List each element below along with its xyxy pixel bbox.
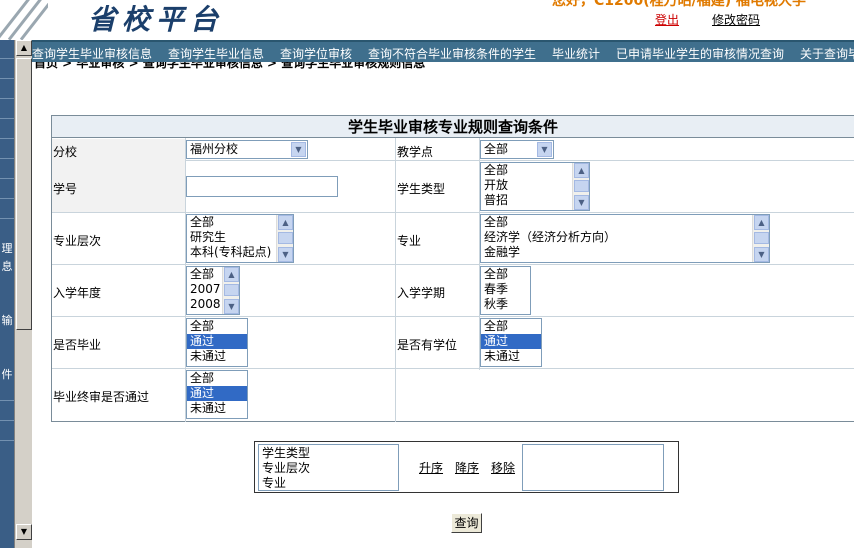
listbox-scrollbar[interactable]: ▲ ▼	[276, 215, 293, 262]
chevron-down-icon[interactable]: ▼	[537, 142, 552, 157]
sidebar-scrollbar[interactable]: ▲ ▼	[14, 40, 32, 548]
brand-title: 省校平台	[88, 3, 225, 36]
sort-asc-link[interactable]: 升序	[419, 459, 443, 476]
sidebar-menu-strip: 理 息 输 件	[0, 40, 14, 548]
chevron-down-icon[interactable]: ▼	[278, 247, 293, 262]
logout-link[interactable]: 登出	[655, 11, 679, 28]
teaching-point-select[interactable]: 全部 ▼	[480, 140, 554, 159]
nav-item-graduation-review[interactable]: 查询学生毕业审核信息	[32, 45, 152, 62]
scroll-up-arrow-icon[interactable]: ▲	[16, 40, 32, 56]
list-option[interactable]: 专业	[259, 475, 398, 490]
list-option[interactable]: 经济学（经济分析方向）	[481, 230, 769, 245]
breadcrumb: 首页 > 毕业审核 > 查询学生毕业审核信息 > 查询学生毕业审核规则信息	[32, 62, 854, 70]
list-option[interactable]: 秋季	[481, 297, 530, 312]
sort-fields-listbox[interactable]: 学生类型 专业层次 专业	[258, 444, 399, 491]
listbox-scrollbar[interactable]: ▲ ▼	[572, 163, 589, 210]
student-no-input[interactable]	[186, 176, 338, 197]
selected-sort-listbox[interactable]	[522, 444, 664, 491]
branch-select-value: 福州分校	[190, 142, 239, 156]
list-option[interactable]: 学生类型	[259, 445, 398, 460]
nav-item-about-query[interactable]: 关于查询毕	[800, 45, 854, 62]
welcome-text: 您好，C1200(程万昭/福建) 福电视大学	[552, 0, 807, 9]
sort-panel: 学生类型 专业层次 专业 升序 降序 移除	[254, 441, 679, 493]
sort-remove-link[interactable]: 移除	[491, 459, 515, 476]
teaching-point-select-value: 全部	[484, 142, 509, 156]
level-listbox[interactable]: 全部 研究生 本科(专科起点) ▲ ▼	[186, 214, 294, 263]
sidebar-glyph-3[interactable]: 输	[0, 312, 14, 328]
list-option[interactable]: 未通过	[187, 349, 247, 364]
breadcrumb-text: 首页 > 毕业审核 > 查询学生毕业审核信息 > 查询学生毕业审核规则信息	[34, 62, 426, 70]
nav-item-applied-review-status[interactable]: 已申请毕业学生的审核情况查询	[616, 45, 784, 62]
change-password-link[interactable]: 修改密码	[712, 11, 760, 28]
scrollbar-thumb[interactable]	[224, 284, 239, 296]
enroll-year-listbox[interactable]: 全部 2007 2008 ▲ ▼	[186, 266, 240, 315]
enroll-term-label: 入学学期	[397, 286, 446, 300]
branch-select[interactable]: 福州分校 ▼	[186, 140, 308, 159]
query-button[interactable]: 查询	[451, 513, 482, 533]
chevron-down-icon[interactable]: ▼	[224, 299, 239, 314]
branch-label: 分校	[53, 145, 78, 159]
listbox-scrollbar[interactable]: ▲ ▼	[752, 215, 769, 262]
chevron-up-icon[interactable]: ▲	[754, 215, 769, 230]
chevron-up-icon[interactable]: ▲	[278, 215, 293, 230]
chevron-down-icon[interactable]: ▼	[291, 142, 306, 157]
final-review-listbox[interactable]: 全部 通过 未通过	[186, 370, 248, 419]
list-option[interactable]: 金融学	[481, 245, 769, 260]
scrollbar-thumb[interactable]	[278, 232, 293, 244]
student-type-listbox[interactable]: 全部 开放 普招 ▲ ▼	[480, 162, 590, 211]
list-option[interactable]: 未通过	[481, 349, 541, 364]
major-label: 专业	[397, 234, 422, 248]
degree-label: 是否有学位	[397, 338, 458, 352]
scrollbar-thumb[interactable]	[16, 58, 32, 330]
major-listbox[interactable]: 全部 经济学（经济分析方向） 金融学 ▲ ▼	[480, 214, 770, 263]
header: 省校平台 您好，C1200(程万昭/福建) 福电视大学 登出 修改密码	[0, 0, 854, 40]
list-option[interactable]: 专业层次	[259, 460, 398, 475]
teaching-point-label: 教学点	[397, 145, 434, 159]
list-option[interactable]: 全部	[481, 267, 530, 282]
list-option-selected[interactable]: 通过	[187, 386, 247, 401]
form-title: 学生毕业审核专业规则查询条件	[52, 116, 854, 138]
chevron-up-icon[interactable]: ▲	[224, 267, 239, 282]
final-review-label: 毕业终审是否通过	[53, 390, 150, 404]
list-option[interactable]: 未通过	[187, 401, 247, 416]
list-option[interactable]: 春季	[481, 282, 530, 297]
scrollbar-thumb[interactable]	[754, 232, 769, 244]
enroll-year-label: 入学年度	[53, 286, 102, 300]
sort-desc-link[interactable]: 降序	[455, 459, 479, 476]
list-option-selected[interactable]: 通过	[481, 334, 541, 349]
sidebar-glyph-1[interactable]: 理	[0, 240, 14, 256]
list-option[interactable]: 全部	[481, 319, 541, 334]
scrollbar-thumb[interactable]	[574, 180, 589, 192]
student-no-label: 学号	[53, 182, 78, 196]
sidebar-glyph-4[interactable]: 件	[0, 366, 14, 382]
chevron-down-icon[interactable]: ▼	[574, 195, 589, 210]
nav-item-graduation-stats[interactable]: 毕业统计	[552, 45, 600, 62]
nav-item-graduation-info[interactable]: 查询学生毕业信息	[168, 45, 264, 62]
sidebar-glyph-2[interactable]: 息	[0, 258, 14, 274]
top-nav: 查询学生毕业审核信息 查询学生毕业信息 查询学位审核 查询不符合毕业审核条件的学…	[32, 40, 854, 62]
enroll-term-listbox[interactable]: 全部 春季 秋季	[480, 266, 531, 315]
sidebar: 理 息 输 件 ▲ ▼	[0, 40, 32, 548]
chevron-up-icon[interactable]: ▲	[574, 163, 589, 178]
chevron-down-icon[interactable]: ▼	[754, 247, 769, 262]
list-option[interactable]: 全部	[481, 215, 769, 230]
query-form: 学生毕业审核专业规则查询条件 分校 福州分校 ▼ 教学点 全部 ▼ 学号 学生类…	[51, 115, 854, 422]
header-logo-decoration	[0, 0, 48, 40]
listbox-scrollbar[interactable]: ▲ ▼	[222, 267, 239, 314]
graduated-label: 是否毕业	[53, 338, 102, 352]
level-label: 专业层次	[53, 234, 102, 248]
scroll-down-arrow-icon[interactable]: ▼	[16, 524, 32, 540]
nav-item-degree-review[interactable]: 查询学位审核	[280, 45, 352, 62]
degree-listbox[interactable]: 全部 通过 未通过	[480, 318, 542, 367]
nav-item-ineligible-students[interactable]: 查询不符合毕业审核条件的学生	[368, 45, 536, 62]
list-option[interactable]: 全部	[187, 371, 247, 386]
student-type-label: 学生类型	[397, 182, 446, 196]
graduated-listbox[interactable]: 全部 通过 未通过	[186, 318, 248, 367]
list-option-selected[interactable]: 通过	[187, 334, 247, 349]
list-option[interactable]: 全部	[187, 319, 247, 334]
